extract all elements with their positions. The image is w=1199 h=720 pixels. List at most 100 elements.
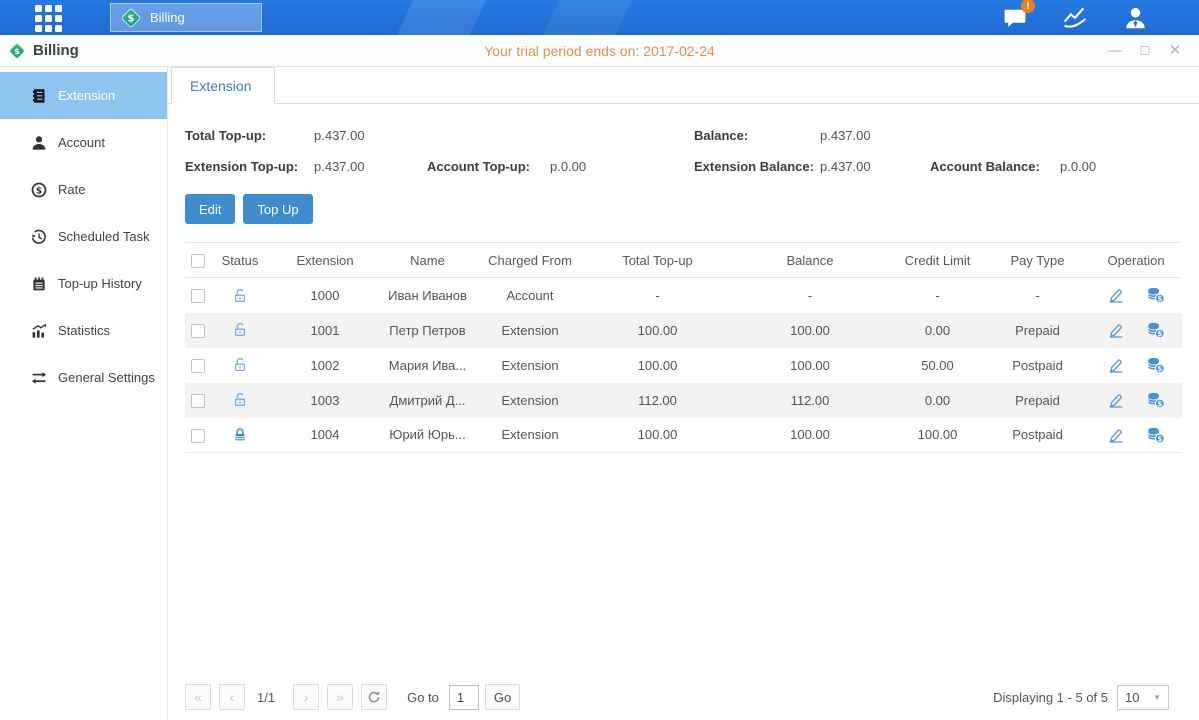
sidebar: Extension Account $ Rate [0,67,168,720]
sidebar-item-label: Rate [58,182,85,197]
apps-grid-icon[interactable] [35,5,67,31]
refresh-button[interactable] [361,684,387,710]
sidebar-item-account[interactable]: Account [0,119,167,166]
sidebar-item-extension[interactable]: Extension [0,72,167,119]
topup-coins-icon[interactable]: $ [1146,287,1165,302]
extension-balance-label: Extension Balance: [694,159,820,174]
lock-open-icon[interactable] [232,357,248,373]
balance-label: Balance: [694,128,820,143]
cell-total-topup: 112.00 [585,383,730,418]
page-size-select[interactable]: 10 ▼ [1117,685,1169,710]
close-button[interactable]: ✕ [1167,43,1183,59]
first-page-button[interactable]: « [185,684,211,710]
dollar-circle-icon: $ [30,182,47,198]
row-checkbox[interactable] [191,429,205,443]
cell-credit-limit: - [890,278,985,313]
lock-open-icon[interactable] [232,288,248,304]
edit-pencil-icon[interactable] [1107,356,1125,371]
cell-balance: 112.00 [730,383,890,418]
table-row: 1003 Дмитрий Д... Extension 112.00 112.0… [185,383,1182,418]
cell-name: Петр Петров [380,313,475,348]
clock-history-icon [30,229,47,245]
notification-badge: ! [1021,0,1035,13]
sidebar-item-general-settings[interactable]: General Settings [0,354,167,401]
row-checkbox[interactable] [191,359,205,373]
edit-pencil-icon[interactable] [1107,426,1125,441]
cell-extension: 1004 [270,418,380,453]
cell-total-topup: 100.00 [585,313,730,348]
cell-pay-type: Prepaid [985,313,1090,348]
topup-coins-icon[interactable]: $ [1146,321,1165,336]
select-all-checkbox[interactable] [191,254,205,268]
goto-label: Go to [407,690,439,705]
account-balance-label: Account Balance: [930,159,1060,174]
total-topup-label: Total Top-up: [185,128,314,143]
svg-text:$: $ [14,46,20,56]
sidebar-item-statistics[interactable]: Statistics [0,307,167,354]
sidebar-item-rate[interactable]: $ Rate [0,166,167,213]
last-page-button[interactable]: » [327,684,353,710]
goto-page-input[interactable] [449,685,479,710]
cell-name: Дмитрий Д... [380,383,475,418]
sidebar-item-scheduled-task[interactable]: Scheduled Task [0,213,167,260]
cell-charged-from: Account [475,278,585,313]
edit-pencil-icon[interactable] [1107,287,1125,302]
sidebar-item-topup-history[interactable]: Top-up History [0,260,167,307]
account-topup-value: p.0.00 [550,159,694,174]
messages-icon[interactable]: ! [1002,5,1028,30]
lock-closed-icon[interactable] [232,427,248,443]
cell-balance: - [730,278,890,313]
topup-coins-icon[interactable]: $ [1146,356,1165,371]
cell-credit-limit: 50.00 [890,348,985,383]
column-header-balance: Balance [730,243,890,278]
edit-pencil-icon[interactable] [1107,391,1125,406]
edit-pencil-icon[interactable] [1107,321,1125,336]
cell-balance: 100.00 [730,418,890,453]
row-checkbox[interactable] [191,289,205,303]
cell-pay-type: - [985,278,1090,313]
sidebar-item-label: Extension [58,88,115,103]
cell-credit-limit: 0.00 [890,383,985,418]
sidebar-item-label: Top-up History [58,276,142,291]
row-checkbox[interactable] [191,324,205,338]
extension-topup-label: Extension Top-up: [185,159,314,174]
taskbar-item-label: Billing [150,10,185,25]
chevron-down-icon: ▼ [1153,693,1161,702]
edit-button[interactable]: Edit [185,194,235,224]
column-header-charged-from: Charged From [475,243,585,278]
svg-text:$: $ [1158,364,1163,373]
svg-text:$: $ [35,186,41,196]
table-row: 1004 Юрий Юрь... Extension 100.00 100.00… [185,418,1182,453]
topup-coins-icon[interactable]: $ [1146,391,1165,406]
trial-notice: Your trial period ends on: 2017-02-24 [484,43,715,59]
page-size-value: 10 [1125,690,1139,705]
cell-total-topup: - [585,278,730,313]
column-header-total-topup: Total Top-up [585,243,730,278]
cell-extension: 1001 [270,313,380,348]
statistics-chart-icon[interactable] [1060,5,1090,30]
cell-charged-from: Extension [475,383,585,418]
minimize-button[interactable]: — [1107,43,1123,59]
lock-open-icon[interactable] [232,392,248,408]
top-up-button[interactable]: Top Up [243,194,312,224]
tab-extension[interactable]: Extension [171,67,275,104]
svg-text:$: $ [1158,329,1163,338]
topup-coins-icon[interactable]: $ [1146,426,1165,441]
lock-open-icon[interactable] [232,322,248,338]
row-checkbox[interactable] [191,394,205,408]
go-button[interactable]: Go [485,684,520,710]
balance-value: p.437.00 [820,128,871,143]
user-icon[interactable] [1122,5,1149,31]
cell-charged-from: Extension [475,313,585,348]
svg-text:$: $ [127,13,134,24]
cell-balance: 100.00 [730,348,890,383]
window-title-text: Billing [33,42,79,59]
taskbar-item-billing[interactable]: $ Billing [110,3,262,32]
column-header-status: Status [210,243,270,278]
sidebar-item-label: Statistics [58,323,110,338]
maximize-button[interactable]: ☐ [1137,43,1153,59]
cell-name: Иван Иванов [380,278,475,313]
displaying-range: Displaying 1 - 5 of 5 [993,690,1108,705]
prev-page-button[interactable]: ‹ [219,684,245,710]
next-page-button[interactable]: › [293,684,319,710]
